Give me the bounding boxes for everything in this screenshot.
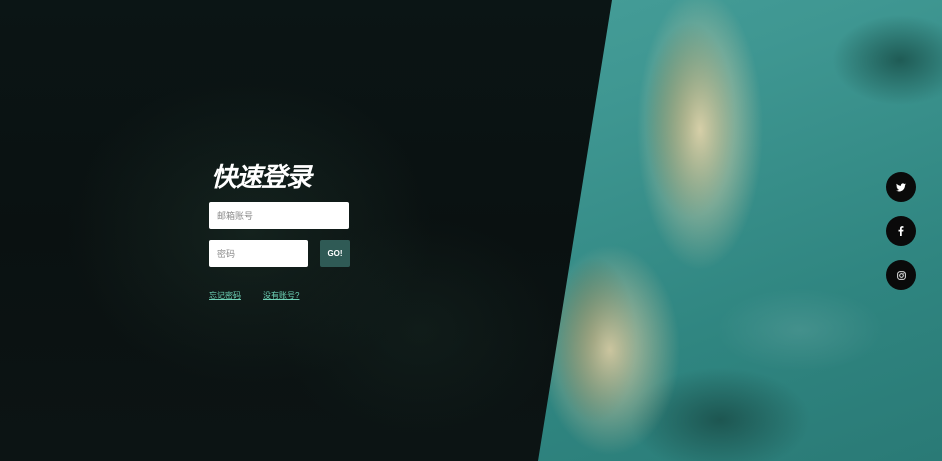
login-page: 快速登录 GO! 忘记密码 没有账号? [0,0,942,461]
password-input[interactable] [209,240,308,267]
auth-links: 忘记密码 没有账号? [209,290,350,301]
login-form: 快速登录 GO! 忘记密码 没有账号? [209,160,350,301]
instagram-icon [896,270,906,280]
twitter-icon [896,182,906,192]
page-title: 快速登录 [211,162,312,192]
register-link[interactable]: 没有账号? [263,290,299,301]
email-input[interactable] [209,202,349,229]
facebook-icon [898,226,904,236]
instagram-button[interactable] [886,260,916,290]
facebook-button[interactable] [886,216,916,246]
password-row: GO! [209,240,350,267]
go-button[interactable]: GO! [320,240,350,267]
twitter-button[interactable] [886,172,916,202]
forgot-password-link[interactable]: 忘记密码 [209,290,241,301]
